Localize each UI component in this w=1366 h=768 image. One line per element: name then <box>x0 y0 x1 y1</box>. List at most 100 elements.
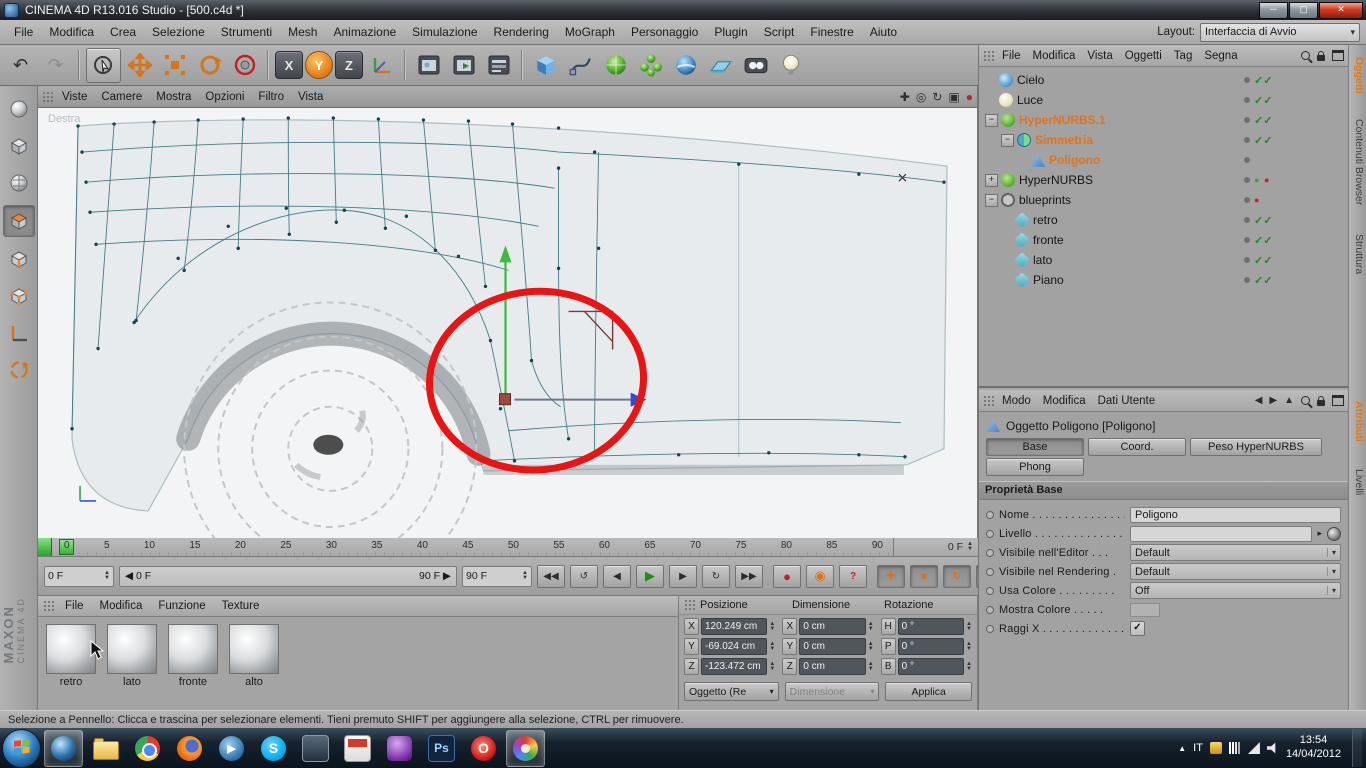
close-button[interactable]: ✕ <box>1319 1 1363 19</box>
viewport-record-dot[interactable]: ● <box>966 90 973 104</box>
taskbar-photoshop[interactable]: Ps <box>422 730 461 767</box>
panel-icon[interactable] <box>1332 50 1344 61</box>
tab-livelli[interactable]: Livelli <box>1349 465 1366 499</box>
object-menu-item[interactable]: Oggetti <box>1119 48 1168 64</box>
last-used-tool-brush[interactable] <box>228 49 261 82</box>
object-menu-item[interactable]: Modifica <box>1027 48 1082 64</box>
play-button[interactable]: ▶ <box>636 564 664 588</box>
viewport-menu-item[interactable]: Camere <box>94 89 149 105</box>
taskbar-google-chrome[interactable] <box>128 730 167 767</box>
taskbar-windows-explorer[interactable] <box>86 730 125 767</box>
apply-button[interactable]: Applica <box>885 682 973 701</box>
activity-icon[interactable] <box>1228 742 1241 754</box>
expander-icon[interactable] <box>985 95 996 106</box>
model-mode-button[interactable] <box>4 131 34 161</box>
visibility-dot[interactable] <box>1244 117 1250 123</box>
menu-item[interactable]: Plugin <box>706 22 755 42</box>
material-item[interactable]: fronte <box>167 624 219 688</box>
range-start[interactable]: ◀ 0 F <box>125 570 151 582</box>
search-icon[interactable] <box>1301 51 1310 60</box>
add-floor-button[interactable] <box>704 49 737 82</box>
visibility-dot[interactable] <box>1244 257 1250 263</box>
spinner[interactable]: ▲ ▼ <box>966 621 972 632</box>
add-light-button[interactable] <box>774 49 807 82</box>
state-marks[interactable] <box>1254 194 1280 206</box>
render-view-button[interactable] <box>412 49 445 82</box>
live-selection-tool[interactable] <box>86 47 121 83</box>
object-name[interactable]: lato <box>1033 253 1052 267</box>
nome-input[interactable]: Poligono <box>1130 506 1341 523</box>
menu-item[interactable]: Selezione <box>144 22 213 42</box>
show-desktop-button[interactable] <box>1352 729 1362 767</box>
object-name[interactable]: HyperNURBS.1 <box>1019 113 1106 127</box>
undo-button[interactable]: ↶ <box>4 49 37 82</box>
network-icon[interactable] <box>1247 742 1260 754</box>
expander-icon[interactable] <box>1001 133 1014 147</box>
record-keyframe-button[interactable]: ● <box>773 564 801 588</box>
search-icon[interactable] <box>1301 396 1310 405</box>
end-frame-input[interactable]: 90 F ▲ ▼ <box>462 565 532 587</box>
range-end[interactable]: 90 F ▶ <box>419 570 451 582</box>
parent-icon[interactable]: ▲ <box>1284 395 1294 406</box>
tab-contenuti-browser[interactable]: Contenuti Browser <box>1349 115 1366 209</box>
menu-item[interactable]: Script <box>756 22 803 42</box>
state-marks[interactable] <box>1254 94 1280 107</box>
expander-icon[interactable] <box>985 113 998 127</box>
goto-start-button[interactable]: ◀◀ <box>537 564 565 588</box>
visibility-dot[interactable] <box>1244 277 1250 283</box>
gizmo-center-handle[interactable] <box>498 393 512 406</box>
taskbar-paint-active[interactable] <box>506 729 545 767</box>
menu-item[interactable]: MoGraph <box>557 22 623 42</box>
taskbar-app-window[interactable] <box>296 730 335 767</box>
frame-spinner[interactable]: ▲ ▼ <box>967 541 973 552</box>
keyframe-selection-button[interactable]: ? <box>839 564 867 588</box>
attribute-menu-item[interactable]: Modo <box>996 393 1037 409</box>
spinner[interactable]: ▲ ▼ <box>769 621 775 632</box>
taskbar-media-player[interactable] <box>212 730 251 767</box>
object-name[interactable]: fronte <box>1033 233 1064 247</box>
object-name[interactable]: blueprints <box>1019 193 1071 207</box>
viewport-menu-item[interactable]: Filtro <box>251 89 291 105</box>
tab-base[interactable]: Base <box>986 438 1084 456</box>
panel-grip-icon[interactable] <box>983 49 995 62</box>
dimension-z-input[interactable]: 0 cm <box>799 658 866 675</box>
axis-mode-button[interactable] <box>4 355 34 385</box>
object-menu-item[interactable]: Vista <box>1081 48 1118 64</box>
rotation-h-input[interactable]: 0 ° <box>897 618 965 635</box>
visibility-dot[interactable] <box>1244 157 1250 163</box>
material-menu-item[interactable]: File <box>57 597 92 615</box>
state-marks[interactable] <box>1254 174 1280 186</box>
viewport-canvas[interactable]: Destra <box>38 108 977 538</box>
key-scale-toggle[interactable]: ■ <box>910 564 938 588</box>
coordinate-system-button[interactable] <box>365 49 398 82</box>
object-name[interactable]: Cielo <box>1017 73 1044 87</box>
rotate-tool[interactable] <box>193 49 226 82</box>
panel-grip-icon[interactable] <box>43 600 55 612</box>
render-region-button[interactable] <box>447 49 480 82</box>
lock-icon[interactable] <box>1317 50 1325 61</box>
object-row[interactable]: retro <box>979 210 1348 230</box>
material-menu-item[interactable]: Texture <box>214 597 268 615</box>
viewport-menu-item[interactable]: Vista <box>291 89 330 105</box>
edge-mode-button[interactable] <box>4 244 34 274</box>
object-row[interactable]: Poligono <box>979 150 1348 170</box>
object-row[interactable]: HyperNURBS.1 <box>979 110 1348 130</box>
rotation-b-input[interactable]: 0 ° <box>897 658 965 675</box>
taskbar-browser-active[interactable] <box>44 729 83 767</box>
spinner[interactable]: ▲ ▼ <box>868 661 874 672</box>
volume-icon[interactable] <box>1266 742 1276 754</box>
spinner[interactable]: ▲ ▼ <box>868 641 874 652</box>
visibility-dot[interactable] <box>1244 97 1250 103</box>
param-dot[interactable] <box>986 624 994 633</box>
param-dot[interactable] <box>986 529 994 538</box>
add-cube-button[interactable] <box>529 49 562 82</box>
visibile-rendering-select[interactable]: Default <box>1130 563 1341 580</box>
param-dot[interactable] <box>986 567 994 576</box>
dimension-mode-dropdown[interactable]: Dimensione <box>784 682 880 701</box>
action-center-icon[interactable] <box>1209 742 1222 754</box>
tab-coord[interactable]: Coord. <box>1088 438 1186 456</box>
rotation-p-input[interactable]: 0 ° <box>897 638 965 655</box>
axis-z-button[interactable]: Z <box>335 51 363 79</box>
viewport-menu-item[interactable]: Opzioni <box>198 89 251 105</box>
param-dot[interactable] <box>986 605 994 614</box>
